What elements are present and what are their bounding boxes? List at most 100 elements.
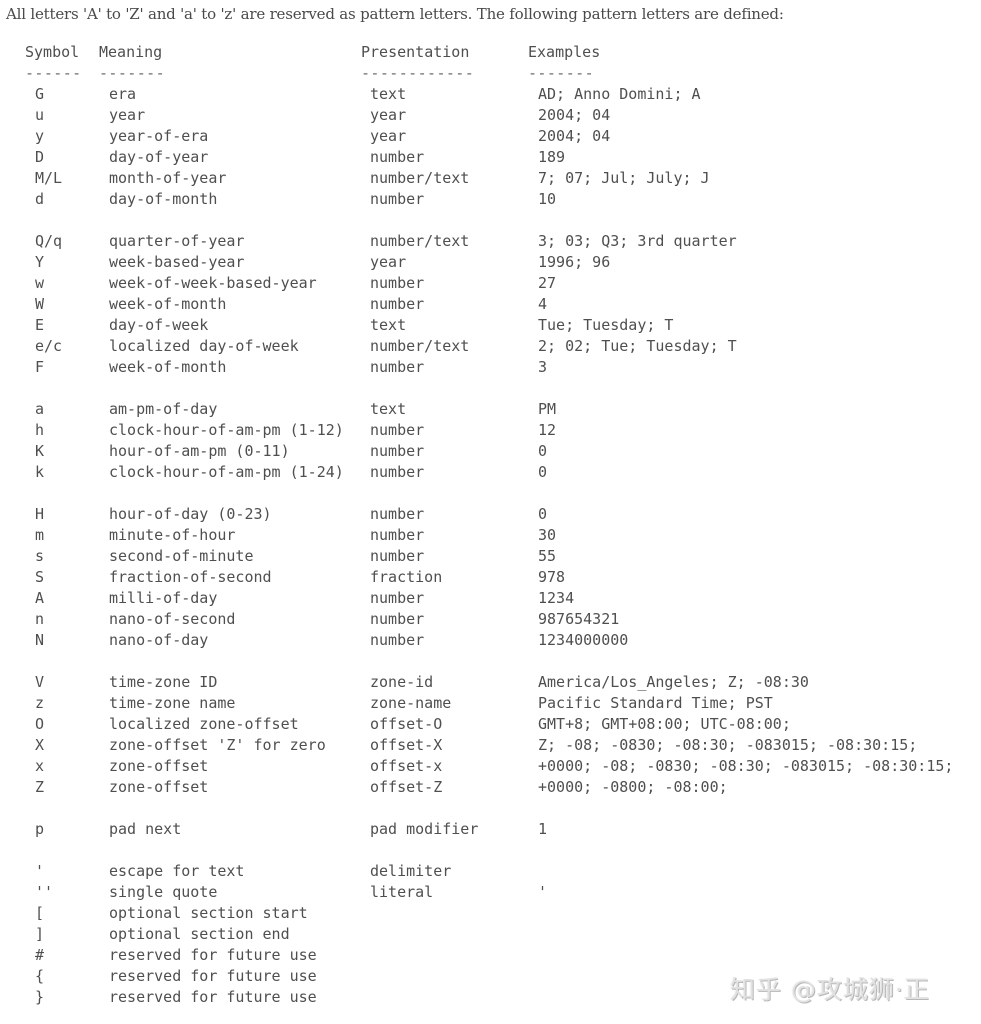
cell-presentation: text [370,400,407,418]
separator-presentation: ------------ [361,64,475,82]
separator-meaning: ------- [99,64,166,82]
cell-examples: 7; 07; Jul; July; J [538,169,710,187]
cell-meaning: zone-offset 'Z' for zero [109,736,326,754]
cell-meaning: second-of-minute [109,547,254,565]
cell-meaning: day-of-week [109,316,209,334]
cell-examples: 0 [538,505,548,523]
cell-symbol: A [35,589,45,607]
cell-presentation: number [370,631,425,649]
cell-presentation: number/text [370,232,470,250]
cell-meaning: reserved for future use [109,946,317,964]
cell-symbol: F [35,358,45,376]
cell-symbol: h [35,421,45,439]
cell-examples: 27 [538,274,557,292]
cell-symbol: M/L [35,169,63,187]
cell-symbol: X [35,736,45,754]
cell-presentation: number [370,274,425,292]
cell-examples: America/Los_Angeles; Z; -08:30 [538,673,809,691]
cell-presentation: text [370,316,407,334]
cell-symbol: a [35,400,45,418]
cell-symbol: W [35,295,45,313]
cell-presentation: literal [370,883,434,901]
cell-meaning: minute-of-hour [109,526,236,544]
cell-symbol: w [35,274,45,292]
cell-symbol: '' [35,883,54,901]
cell-meaning: year [109,106,146,124]
cell-meaning: time-zone ID [109,673,218,691]
cell-presentation: number [370,505,425,523]
cell-symbol: n [35,610,45,628]
cell-presentation: offset-O [370,715,443,733]
cell-examples: AD; Anno Domini; A [538,85,701,103]
cell-presentation: year [370,106,407,124]
cell-examples: 30 [538,526,557,544]
cell-examples: 3; 03; Q3; 3rd quarter [538,232,737,250]
cell-examples: GMT+8; GMT+08:00; UTC-08:00; [538,715,791,733]
cell-presentation: number [370,526,425,544]
cell-symbol: N [35,631,45,649]
cell-meaning: clock-hour-of-am-pm (1-12) [109,421,344,439]
cell-presentation: number [370,610,425,628]
cell-examples: 1234000000 [538,631,629,649]
cell-symbol: e/c [35,337,63,355]
cell-symbol: { [35,967,45,985]
cell-meaning: month-of-year [109,169,227,187]
cell-examples: 0 [538,463,548,481]
cell-meaning: am-pm-of-day [109,400,218,418]
cell-meaning: zone-offset [109,757,209,775]
cell-symbol: } [35,988,45,1006]
cell-presentation: offset-x [370,757,443,775]
cell-presentation: fraction [370,568,443,586]
cell-examples: Tue; Tuesday; T [538,316,674,334]
cell-presentation: zone-name [370,694,452,712]
cell-meaning: nano-of-second [109,610,236,628]
cell-examples: 2; 02; Tue; Tuesday; T [538,337,737,355]
cell-presentation: number [370,190,425,208]
cell-meaning: week-based-year [109,253,245,271]
cell-symbol: p [35,820,45,838]
cell-examples: 2004; 04 [538,127,611,145]
cell-examples: Pacific Standard Time; PST [538,694,773,712]
cell-meaning: quarter-of-year [109,232,245,250]
cell-presentation: number [370,358,425,376]
cell-meaning: week-of-month [109,358,227,376]
cell-meaning: milli-of-day [109,589,218,607]
cell-symbol: H [35,505,45,523]
cell-meaning: escape for text [109,862,245,880]
cell-presentation: year [370,253,407,271]
cell-symbol: G [35,85,45,103]
cell-symbol: Q/q [35,232,63,250]
cell-presentation: number [370,589,425,607]
zhihu-watermark: 知乎 @攻城狮·正 [730,975,930,1004]
cell-meaning: zone-offset [109,778,209,796]
cell-symbol: ' [35,862,45,880]
cell-examples: 12 [538,421,557,439]
cell-meaning: reserved for future use [109,988,317,1006]
cell-examples: 0 [538,442,548,460]
cell-presentation: number/text [370,337,470,355]
cell-examples: 978 [538,568,566,586]
cell-meaning: week-of-week-based-year [109,274,317,292]
cell-examples: 987654321 [538,610,620,628]
cell-examples: 55 [538,547,557,565]
header-symbol: Symbol [25,43,80,61]
cell-presentation: number [370,148,425,166]
cell-symbol: # [35,946,45,964]
cell-symbol: s [35,547,45,565]
cell-meaning: hour-of-am-pm (0-11) [109,442,290,460]
cell-examples: 10 [538,190,557,208]
cell-meaning: optional section start [109,904,308,922]
header-presentation: Presentation [361,43,470,61]
cell-meaning: fraction-of-second [109,568,272,586]
cell-symbol: D [35,148,45,166]
cell-symbol: u [35,106,45,124]
cell-presentation: number [370,547,425,565]
cell-examples: 1234 [538,589,575,607]
cell-examples: Z; -08; -0830; -08:30; -083015; -08:30:1… [538,736,918,754]
cell-examples: 2004; 04 [538,106,611,124]
cell-symbol: m [35,526,45,544]
cell-symbol: Y [35,253,45,271]
cell-meaning: localized day-of-week [109,337,299,355]
table-header: Symbol Meaning Presentation Examples [0,42,600,63]
cell-symbol: E [35,316,45,334]
